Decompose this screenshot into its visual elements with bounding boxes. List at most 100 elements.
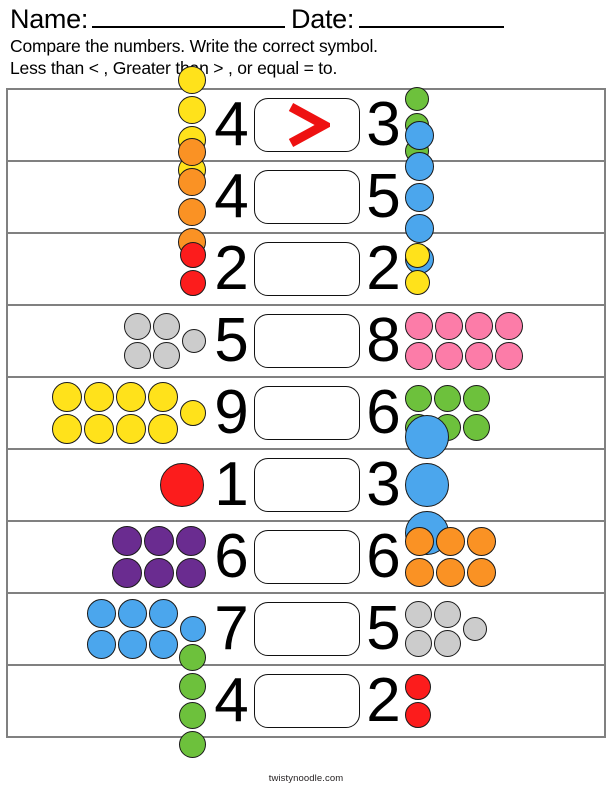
left-dots-cell: [8, 644, 210, 758]
right-number: 2: [366, 666, 400, 735]
dot-column: [433, 601, 461, 657]
right-number: 5: [366, 594, 400, 663]
left-dots-cell: [8, 242, 210, 296]
counter-dot: [147, 382, 178, 412]
left-dots-cell: [8, 463, 210, 507]
counter-dot: [178, 644, 206, 671]
footer-site: twistynoodle.com: [268, 773, 344, 784]
dot-column: [464, 312, 493, 370]
counter-dot: [404, 385, 432, 412]
answer-box[interactable]: [253, 170, 360, 224]
dot-group-right: [404, 601, 489, 657]
left-number: 4: [214, 666, 248, 735]
right-dots-cell: [404, 243, 605, 295]
counter-dot: [178, 673, 206, 700]
left-number: 2: [214, 234, 248, 303]
right-dots-cell: [404, 527, 605, 587]
counter-dot: [111, 526, 142, 556]
dot-group-left: [51, 382, 208, 444]
answer-box[interactable]: [253, 530, 360, 584]
counter-dot: [177, 168, 206, 196]
dot-column: [404, 243, 430, 295]
right-dots-cell: [404, 312, 605, 370]
counter-dot: [404, 120, 434, 150]
counter-dot: [404, 674, 431, 700]
right-number: 2: [366, 234, 400, 303]
right-number: 6: [366, 378, 400, 447]
right-number: 8: [366, 306, 400, 375]
left-number: 4: [214, 90, 248, 159]
dot-group-left: [179, 242, 208, 296]
counter-dot: [404, 342, 433, 370]
counter-dot: [462, 617, 487, 641]
comparison-row: 66: [8, 522, 604, 594]
counter-dot: [466, 558, 496, 587]
answer-box[interactable]: [253, 98, 360, 152]
comparison-row: 58: [8, 306, 604, 378]
worksheet-page: Name: Date: Compare the numbers. Write t…: [0, 0, 612, 792]
counter-dot: [178, 731, 206, 758]
dot-group-left: [111, 526, 208, 588]
counter-dot: [83, 382, 114, 412]
counter-dot: [83, 414, 114, 444]
counter-dot: [404, 87, 429, 111]
counter-dot: [177, 198, 206, 226]
counter-dot: [404, 702, 431, 728]
dot-group-right: [404, 312, 525, 370]
counter-dot: [433, 630, 461, 657]
counter-dot: [179, 242, 206, 268]
dot-column: [466, 527, 496, 587]
counter-dot: [404, 601, 432, 628]
counter-dot: [494, 312, 523, 340]
date-write-line[interactable]: [359, 5, 505, 28]
counter-dot: [435, 527, 465, 556]
counter-dot: [433, 385, 461, 412]
dot-group-right: [404, 243, 432, 295]
counter-dot: [179, 400, 206, 426]
answer-symbol: [255, 99, 359, 151]
dot-group-left: [178, 644, 208, 758]
dot-group-right: [404, 674, 433, 728]
dot-column: [404, 674, 431, 728]
dot-column: [51, 382, 82, 444]
dot-column: [179, 400, 206, 426]
counter-dot: [175, 526, 206, 556]
answer-box[interactable]: [253, 458, 360, 512]
counter-dot: [51, 414, 82, 444]
answer-box[interactable]: [253, 674, 360, 728]
comparison-row: 45: [8, 120, 604, 274]
counter-dot: [404, 151, 434, 181]
dot-group-left: [123, 313, 208, 369]
comparison-row: 13: [8, 415, 604, 555]
dot-column: [152, 313, 180, 369]
counter-dot: [177, 66, 206, 94]
answer-box[interactable]: [253, 602, 360, 656]
answer-box[interactable]: [253, 314, 360, 368]
right-number: 3: [366, 90, 400, 159]
dot-column: [494, 312, 523, 370]
counter-dot: [152, 342, 180, 369]
counter-dot: [123, 342, 151, 369]
name-write-line[interactable]: [92, 5, 286, 28]
answer-box[interactable]: [253, 242, 360, 296]
comparison-row: 22: [8, 234, 604, 306]
counter-dot: [404, 463, 449, 507]
counter-dot: [177, 96, 206, 124]
left-dots-cell: [8, 382, 210, 444]
dot-column: [181, 329, 206, 353]
answer-box[interactable]: [253, 386, 360, 440]
counter-dot: [404, 415, 449, 459]
dot-column: [123, 313, 151, 369]
counter-dot: [51, 382, 82, 412]
left-number: 9: [214, 378, 248, 447]
left-number: 6: [214, 522, 248, 591]
counter-dot: [433, 601, 461, 628]
counter-dot: [494, 342, 523, 370]
counter-dot: [111, 558, 142, 588]
dot-column: [175, 526, 206, 588]
right-dots-cell: [404, 601, 605, 657]
dot-column: [147, 382, 178, 444]
counter-dot: [143, 558, 174, 588]
dot-column: [178, 644, 206, 758]
counter-dot: [123, 313, 151, 340]
